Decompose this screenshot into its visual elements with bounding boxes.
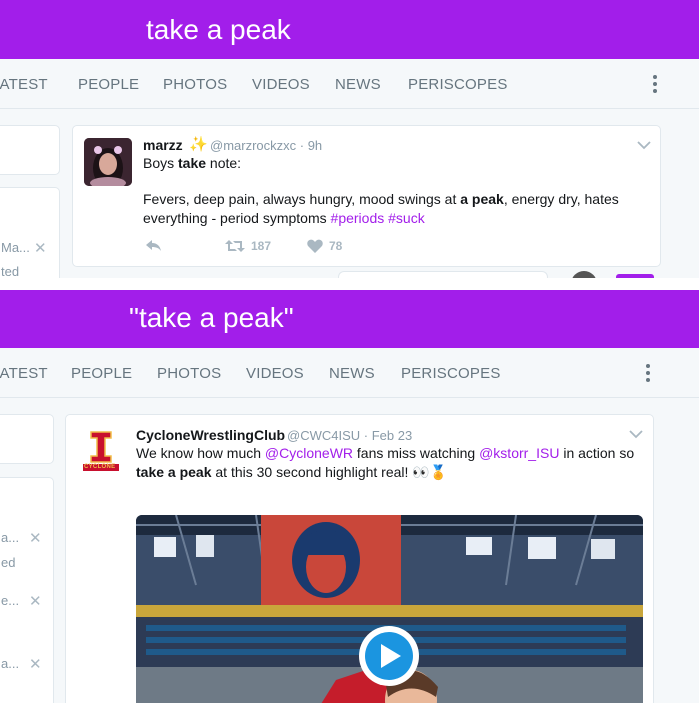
tweet-card[interactable]: marzz ✨ @marzrockzxc · 9h Boys take note… bbox=[72, 125, 661, 267]
chevron-down-icon[interactable] bbox=[637, 140, 651, 150]
tab-people[interactable]: PEOPLE bbox=[78, 76, 139, 93]
peeking-avatar bbox=[571, 271, 597, 278]
search-query: "take a peak" bbox=[129, 302, 294, 333]
tweet-text: Boys take note: Fevers, deep pain, alway… bbox=[143, 155, 619, 226]
tab-videos[interactable]: VIDEOS bbox=[252, 76, 310, 93]
tweet-handle[interactable]: @marzrockzxc · 9h bbox=[210, 138, 322, 153]
search-header: "take a peak" bbox=[0, 290, 699, 348]
peeking-search-field bbox=[338, 271, 548, 278]
tweet-handle[interactable]: @CWC4ISU · Feb 23 bbox=[287, 428, 412, 443]
chevron-down-icon[interactable] bbox=[629, 429, 643, 439]
search-query: take a peak bbox=[146, 14, 291, 45]
tab-people[interactable]: PEOPLE bbox=[71, 365, 132, 382]
sparkles-icon: ✨ bbox=[189, 136, 208, 153]
sidebar-card: Ma... ✕ ted bbox=[0, 187, 60, 278]
more-options-icon[interactable] bbox=[653, 75, 657, 95]
mention-link[interactable]: @kstorr_ISU bbox=[479, 445, 559, 461]
tweet-author-name[interactable]: marzz bbox=[143, 137, 183, 153]
avatar[interactable] bbox=[84, 138, 132, 186]
tab-photos[interactable]: PHOTOS bbox=[157, 365, 221, 382]
tab-periscopes[interactable]: PERISCOPES bbox=[401, 365, 501, 382]
retweet-icon bbox=[225, 240, 245, 252]
tweet-video[interactable] bbox=[136, 515, 643, 703]
search-tabs: LATEST PEOPLE PHOTOS VIDEOS NEWS PERISCO… bbox=[0, 348, 699, 398]
sidebar-item-label[interactable]: Ma... bbox=[1, 240, 30, 255]
sidebar-item-label[interactable]: e... bbox=[1, 593, 19, 608]
play-icon[interactable] bbox=[365, 632, 413, 680]
like-count: 78 bbox=[329, 239, 343, 253]
reply-button[interactable] bbox=[145, 239, 168, 252]
like-button[interactable]: 78 bbox=[307, 239, 342, 253]
reply-icon bbox=[146, 240, 161, 251]
close-icon[interactable]: ✕ bbox=[34, 239, 47, 257]
sidebar-card bbox=[0, 414, 54, 464]
tab-periscopes[interactable]: PERISCOPES bbox=[408, 76, 508, 93]
search-header: take a peak bbox=[0, 0, 699, 59]
close-icon[interactable]: ✕ bbox=[29, 529, 42, 547]
search-results-panel-bottom: "take a peak" LATEST PEOPLE PHOTOS VIDEO… bbox=[0, 290, 699, 703]
avatar-text: CYCLONE bbox=[84, 464, 116, 470]
tweet-author-name[interactable]: CycloneWrestlingClub bbox=[136, 427, 285, 443]
tab-photos[interactable]: PHOTOS bbox=[163, 76, 227, 93]
hashtag-link[interactable]: #periods bbox=[331, 210, 385, 226]
close-icon[interactable]: ✕ bbox=[29, 655, 42, 673]
tab-videos[interactable]: VIDEOS bbox=[246, 365, 304, 382]
tweet-card[interactable]: CYCLONE CycloneWrestlingClub @CWC4ISU · … bbox=[65, 414, 654, 703]
tab-latest[interactable]: LATEST bbox=[0, 76, 48, 93]
sidebar-card bbox=[0, 125, 60, 175]
sidebar-item-label[interactable]: a... bbox=[1, 656, 19, 671]
sidebar-item-label: ted bbox=[1, 264, 20, 278]
tab-news[interactable]: NEWS bbox=[329, 365, 375, 382]
more-options-icon[interactable] bbox=[646, 364, 650, 384]
retweet-button[interactable]: 187 bbox=[225, 239, 271, 253]
sidebar-item-label[interactable]: a... bbox=[1, 530, 19, 545]
mention-link[interactable]: @CycloneWR bbox=[265, 445, 353, 461]
tab-latest[interactable]: LATEST bbox=[0, 365, 48, 382]
search-results-panel-top: take a peak LATEST PEOPLE PHOTOS VIDEOS … bbox=[0, 0, 699, 278]
tweet-actions: 187 78 bbox=[145, 239, 445, 257]
sidebar-item-label: ed bbox=[1, 555, 16, 570]
retweet-count: 187 bbox=[251, 239, 272, 253]
tweet-text: We know how much @CycloneWR fans miss wa… bbox=[136, 445, 635, 480]
panel-divider bbox=[0, 278, 699, 290]
search-tabs: LATEST PEOPLE PHOTOS VIDEOS NEWS PERISCO… bbox=[0, 59, 699, 109]
hashtag-link[interactable]: #suck bbox=[388, 210, 425, 226]
close-icon[interactable]: ✕ bbox=[29, 592, 42, 610]
heart-icon bbox=[307, 239, 323, 253]
tab-news[interactable]: NEWS bbox=[335, 76, 381, 93]
sidebar-card: a... ✕ ed e... ✕ a... ✕ bbox=[0, 477, 54, 703]
avatar[interactable]: CYCLONE bbox=[77, 428, 125, 476]
